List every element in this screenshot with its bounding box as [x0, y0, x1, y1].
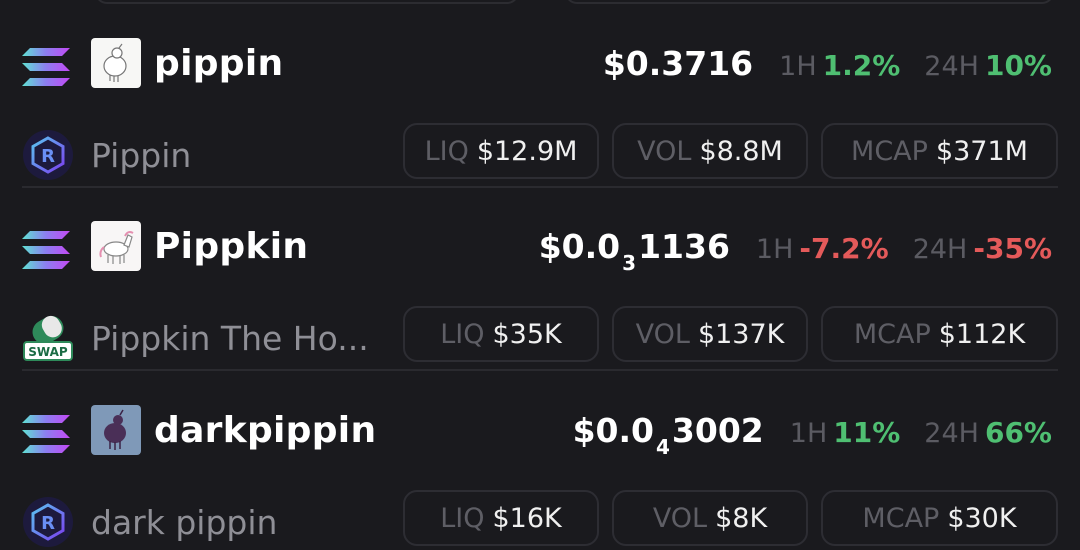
liquidity-value: $35K: [492, 318, 562, 350]
price-bar: $0.0 31136 1H -7.2% 24H -35%: [538, 227, 1052, 275]
change-24h-value: -35%: [973, 232, 1052, 265]
liquidity-value: $12.9M: [476, 135, 578, 167]
liquidity-chip[interactable]: LIQ $12.9M: [403, 123, 599, 179]
volume-label: VOL: [637, 135, 692, 167]
volume-value: $137K: [697, 318, 785, 350]
token-price: $0.0 31136: [538, 227, 730, 275]
volume-value: $8K: [715, 502, 768, 534]
solana-icon: [22, 415, 70, 453]
svg-text:R: R: [41, 513, 55, 534]
change-1h-label: 1H: [789, 418, 828, 449]
volume-chip[interactable]: VOL $137K: [612, 306, 808, 362]
previous-chip-right: [565, 0, 1054, 4]
volume-value: $8.8M: [699, 135, 783, 167]
solana-icon: [22, 231, 70, 269]
mcap-value: $112K: [938, 318, 1026, 350]
change-1h-value: 1.2%: [822, 49, 901, 82]
token-symbol: pippin: [154, 43, 284, 84]
mcap-value: $30K: [947, 502, 1017, 534]
svg-text:R: R: [41, 146, 55, 167]
swap-badge-text: SWAP: [28, 345, 68, 359]
token-name: Pippin: [91, 136, 192, 175]
token-name: Pippkin The Ho...: [91, 319, 369, 358]
liquidity-label: LIQ: [440, 318, 485, 350]
change-1h-value: 11%: [833, 416, 901, 449]
volume-chip[interactable]: VOL $8.8M: [612, 123, 808, 179]
change-24h-label: 24H: [924, 51, 979, 82]
row-divider: [22, 186, 1058, 188]
liquidity-label: LIQ: [440, 502, 485, 534]
liquidity-value: $16K: [492, 502, 562, 534]
token-row[interactable]: Pippkin $0.0 31136 1H -7.2% 24H -35% SWAP…: [22, 205, 1058, 365]
darkpippin-token-image: [91, 405, 141, 455]
liquidity-label: LIQ: [424, 135, 469, 167]
token-row[interactable]: darkpippin $0.0 43002 1H 11% 24H 66% R da…: [22, 389, 1058, 549]
change-24h-value: 10%: [984, 49, 1052, 82]
change-24h-value: 66%: [984, 416, 1052, 449]
mcap-label: MCAP: [851, 135, 928, 167]
price-bar: $0.0 43002 1H 11% 24H 66%: [572, 411, 1052, 459]
token-symbol: Pippkin: [154, 226, 309, 267]
mcap-label: MCAP: [862, 502, 940, 534]
price-bar: $0.3716 1H 1.2% 24H 10%: [603, 44, 1052, 83]
raydium-icon: R: [23, 497, 73, 547]
change-24h-label: 24H: [912, 234, 968, 265]
token-row[interactable]: pippin $0.3716 1H 1.2% 24H 10% R Pippin …: [22, 22, 1058, 182]
mcap-chip[interactable]: MCAP $112K: [821, 306, 1058, 362]
previous-chip-left: [95, 0, 519, 4]
liquidity-chip[interactable]: LIQ $35K: [403, 306, 599, 362]
token-name: dark pippin: [91, 503, 278, 542]
token-price: $0.0 43002: [572, 411, 764, 459]
token-symbol: darkpippin: [154, 410, 377, 451]
volume-label: VOL: [635, 318, 690, 350]
raydium-icon: R: [23, 130, 73, 180]
swap-icon: SWAP: [23, 315, 73, 361]
pippkin-token-image: [91, 221, 141, 271]
mcap-value: $371M: [935, 135, 1028, 167]
token-price: $0.3716: [602, 44, 754, 83]
row-divider: [22, 369, 1058, 371]
pippin-token-image: [91, 38, 141, 88]
volume-label: VOL: [652, 502, 708, 534]
change-1h-label: 1H: [755, 234, 794, 265]
mcap-label: MCAP: [853, 318, 931, 350]
change-24h-label: 24H: [924, 418, 979, 449]
solana-icon: [22, 48, 70, 86]
change-1h-value: -7.2%: [799, 232, 889, 265]
mcap-chip[interactable]: MCAP $371M: [821, 123, 1058, 179]
change-1h-label: 1H: [779, 51, 817, 82]
